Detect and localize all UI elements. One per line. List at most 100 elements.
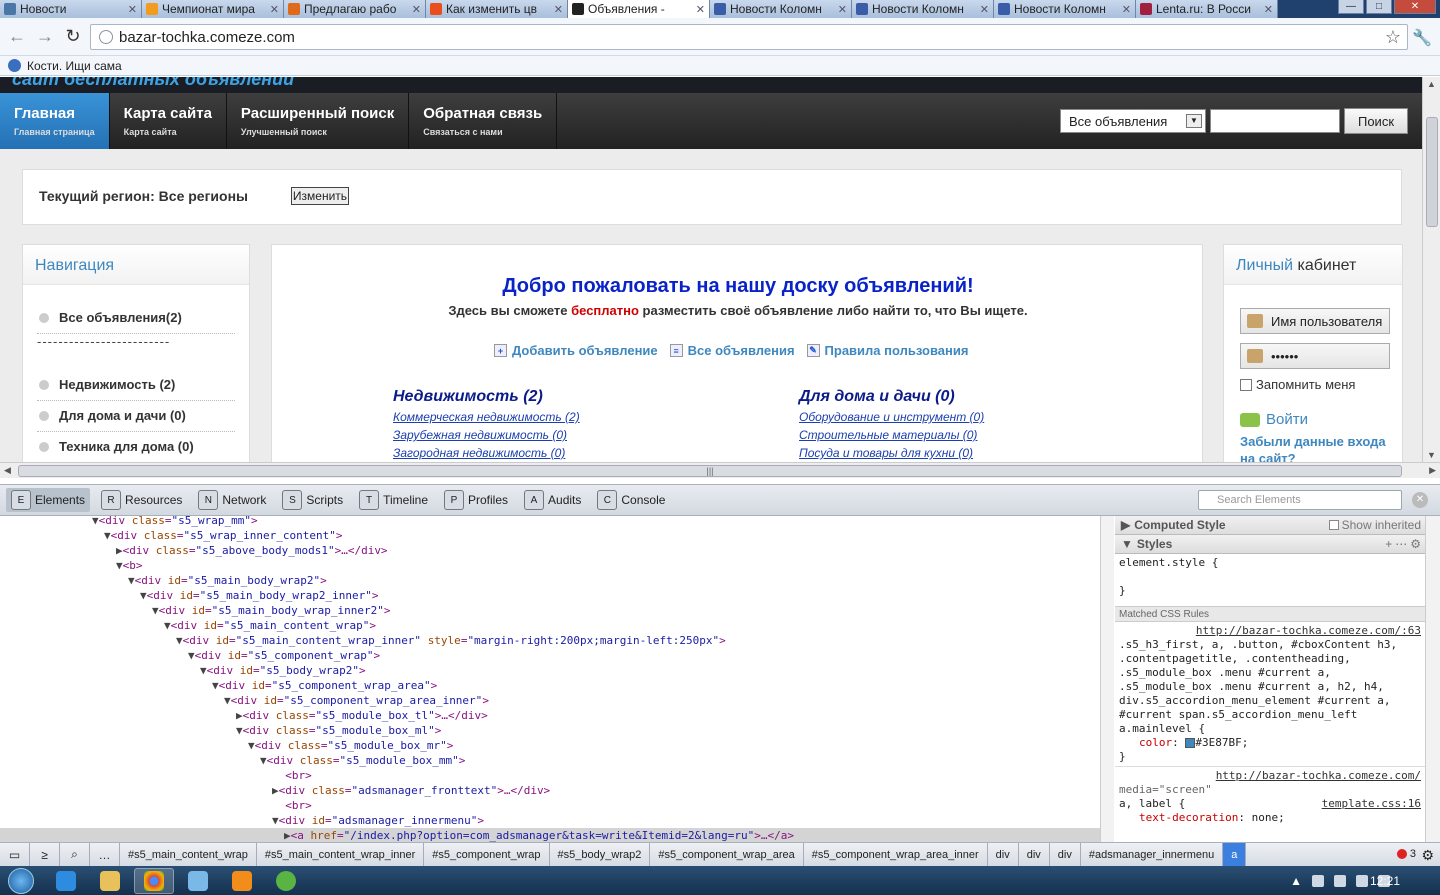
css-rule[interactable]: http://bazar-tochka.comeze.com/:63 .s5_h… [1115,622,1425,766]
console-toggle-icon[interactable]: ≥ [30,842,60,867]
devtools-tab-network[interactable]: N Network [193,488,271,512]
bookmark-star-icon[interactable]: ☆ [1385,27,1401,48]
dom-node[interactable]: ▼<div class="s5_module_box_ml"> [236,723,441,738]
styles-header[interactable]: ▼ Styles + ⋯ ⚙ [1115,535,1425,554]
taskbar-explorer[interactable] [90,868,130,894]
dom-node[interactable]: ▼<div class="s5_wrap_inner_content"> [104,528,342,543]
subcategory-link[interactable]: Коммерческая недвижимость (2) [393,410,580,424]
browser-tab[interactable]: Как изменить цв ✕ [426,0,568,18]
browser-tab[interactable]: Предлагаю рабо ✕ [284,0,426,18]
nav-item[interactable]: Техника для дома (0) [39,439,194,454]
breadcrumb-item[interactable]: #s5_component_wrap_area_inner [804,842,988,867]
taskbar-media[interactable] [222,868,262,894]
devtools-tab-resources[interactable]: R Resources [96,488,187,512]
breadcrumb-item[interactable]: div [1050,842,1081,867]
taskbar-torrent[interactable] [266,868,306,894]
gear-icon[interactable]: ⚙ [1410,537,1421,551]
triangle-down-icon[interactable]: ▼ [260,754,267,767]
rules-link[interactable]: ✎ Правила пользования [806,343,968,358]
close-tab-icon[interactable]: ✕ [128,3,137,16]
more-icon[interactable]: … [90,842,120,867]
network-icon[interactable] [1312,874,1324,887]
dom-node[interactable]: ▼<div id="s5_main_body_wrap2_inner"> [140,588,378,603]
close-tab-icon[interactable]: ✕ [696,3,705,16]
devtools-tab-elements[interactable]: E Elements [6,488,91,512]
css-value[interactable]: none [1252,811,1279,824]
tray-arrow-icon[interactable]: ▲ [1290,874,1302,888]
subcategory-link[interactable]: Строительные материалы (0) [799,428,984,442]
dom-node[interactable]: ▼<div class="s5_wrap_mm"> [92,516,258,528]
all-ads-link[interactable]: ≡ Все объявления [669,343,795,358]
triangle-down-icon[interactable]: ▼ [176,634,183,647]
breadcrumb-item[interactable]: #adsmanager_innermenu [1081,842,1224,867]
reload-icon[interactable]: ↻ [62,26,84,48]
color-swatch[interactable] [1185,738,1196,748]
search-elements-input[interactable]: Search Elements [1198,490,1402,510]
browser-tab[interactable]: Новости Коломн ✕ [710,0,852,18]
triangle-down-icon[interactable]: ▼ [212,679,219,692]
taskbar-ie[interactable] [46,868,86,894]
scroll-thumb[interactable] [1426,117,1438,227]
close-tab-icon[interactable]: ✕ [412,3,421,16]
browser-tab[interactable]: Новости Коломн ✕ [852,0,994,18]
element-style-rule[interactable]: element.style {} [1115,554,1425,606]
devtools-tab-scripts[interactable]: S Scripts [277,488,348,512]
forward-icon[interactable]: → [34,26,56,48]
subcategory-link[interactable]: Оборудование и инструмент (0) [799,410,984,424]
triangle-down-icon[interactable]: ▼ [152,604,159,617]
triangle-down-icon[interactable]: ▼ [236,724,243,737]
triangle-down-icon[interactable]: ▼ [224,694,231,707]
devtools-tab-console[interactable]: C Console [592,488,670,512]
menu-item[interactable]: Обратная связь Связаться с нами [409,93,558,149]
page-horizontal-scrollbar[interactable]: ◀ ||| ▶ [0,462,1440,478]
browser-tab[interactable]: Lenta.ru: В Росси ✕ [1136,0,1278,18]
rule-source-link[interactable]: http://bazar-tochka.comeze.com/:63 [1196,624,1421,637]
category-title[interactable]: Недвижимость (2) [393,388,580,406]
dom-node[interactable]: ▼<div id="s5_main_body_wrap2"> [128,573,327,588]
triangle-down-icon[interactable]: ▼ [92,516,99,527]
menu-item[interactable]: Карта сайта Карта сайта [110,93,227,149]
close-tab-icon[interactable]: ✕ [554,3,563,16]
dom-node[interactable]: <br> [272,768,312,783]
triangle-down-icon[interactable]: ▼ [164,619,171,632]
triangle-down-icon[interactable]: ▼ [104,529,111,542]
breadcrumb-item[interactable]: a [1223,842,1247,867]
change-region-button[interactable]: Изменить [291,187,349,205]
dom-node[interactable]: ▼<div class="s5_module_box_mr"> [248,738,453,753]
dom-node[interactable]: ▶<div class="adsmanager_fronttext">…</di… [272,783,550,798]
browser-tab[interactable]: Объявления - ✕ [568,0,710,18]
taskbar-pen[interactable] [178,868,218,894]
subcategory-link[interactable]: Зарубежная недвижимость (0) [393,428,580,442]
close-tab-icon[interactable]: ✕ [980,3,989,16]
dom-node[interactable]: ▼<div id="s5_main_content_wrap"> [164,618,376,633]
rule-file-link[interactable]: template.css:16 [1322,797,1421,811]
close-tab-icon[interactable]: ✕ [838,3,847,16]
remember-me[interactable]: Запомнить меня [1240,377,1355,392]
css-property[interactable]: text-decoration [1139,811,1238,824]
gear-icon[interactable]: ⚙ [1421,847,1434,864]
dom-node[interactable]: ▼<div id="s5_main_body_wrap_inner2"> [152,603,390,618]
css-property[interactable]: color [1139,736,1172,749]
triangle-down-icon[interactable]: ▼ [248,739,255,752]
dom-node[interactable]: ▶<div class="s5_above_body_mods1">…</div… [116,543,388,558]
forgot-login-link[interactable]: Забыли данные входа на сайт? [1240,433,1400,462]
remember-checkbox[interactable] [1240,378,1252,391]
page-vertical-scrollbar[interactable]: ▲ ▼ [1422,77,1440,462]
sidebar-scrollbar[interactable] [1425,516,1440,842]
search-input[interactable] [1210,109,1340,133]
breadcrumb-item[interactable]: div [988,842,1019,867]
browser-tab[interactable]: Чемпионат мира ✕ [142,0,284,18]
computed-style-header[interactable]: ▶ Computed Style Show inherited [1115,516,1425,535]
breadcrumb-item[interactable]: #s5_body_wrap2 [550,842,651,867]
nav-item[interactable]: Для дома и дачи (0) [39,408,186,423]
inspect-search-icon[interactable]: ⌕ [60,842,90,867]
css-rule[interactable]: http://bazar-tochka.comeze.com/ media="s… [1115,766,1425,827]
show-inherited[interactable]: Show inherited [1328,518,1421,532]
dom-node[interactable]: ▶<div class="s5_module_box_tl">…</div> [236,708,488,723]
category-title[interactable]: Для дома и дачи (0) [799,388,984,406]
triangle-down-icon[interactable]: ▼ [116,559,123,572]
show-inherited-checkbox[interactable] [1328,520,1339,530]
triangle-right-icon[interactable]: ▶ [116,544,123,557]
back-icon[interactable]: ← [6,26,28,48]
dom-node[interactable]: ▼<div id="s5_component_wrap_area_inner"> [224,693,489,708]
